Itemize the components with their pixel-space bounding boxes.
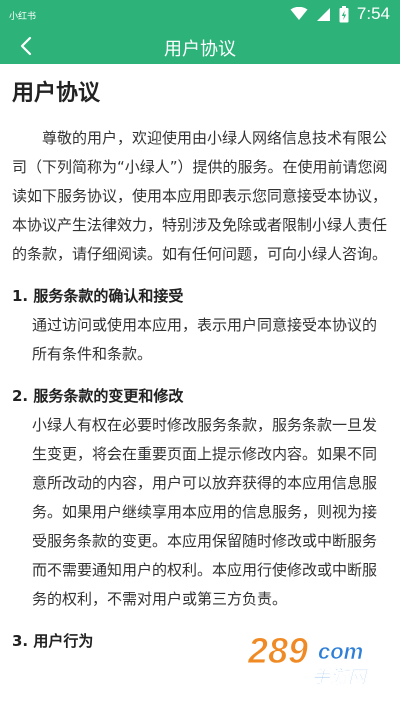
status-carrier: 小红书: [9, 12, 37, 22]
section-title: 1. 服务条款的确认和接受: [12, 287, 184, 305]
section-body: 小绿人有权在必要时修改服务条款，服务条款一旦发生变更，将会在重要页面上提示修改内…: [32, 416, 378, 608]
battery-charging-icon: [339, 5, 349, 22]
watermark-text: 手游网: [312, 667, 369, 687]
app-bar: 用户协议: [0, 28, 400, 64]
watermark-number: 289: [247, 630, 308, 671]
section-title: 2. 服务条款的变更和修改: [12, 387, 184, 405]
watermark-suffix: com: [318, 639, 363, 664]
status-bar: 小红书 7:54: [0, 0, 400, 28]
intro-paragraph: 尊敬的用户，欢迎使用由小绿人网络信息技术有限公司（下列简称为“小绿人”）提供的服…: [12, 129, 388, 263]
site-watermark-logo: 289 com 手游网: [247, 630, 370, 688]
section-2: 2. 服务条款的变更和修改 小绿人有权在必要时修改服务条款，服务条款一旦发生变更…: [12, 383, 388, 614]
section-1: 1. 服务条款的确认和接受 通过访问或使用本应用，表示用户同意接受本协议的所有条…: [12, 283, 388, 369]
agreement-content[interactable]: 用户协议 尊敬的用户，欢迎使用由小绿人网络信息技术有限公司（下列简称为“小绿人”…: [0, 64, 400, 711]
cell-signal-icon: [316, 7, 330, 21]
status-time: 7:54: [356, 4, 390, 23]
status-icons: 7:54: [290, 3, 390, 25]
wifi-icon: [290, 7, 308, 20]
document-title: 用户协议: [12, 81, 101, 106]
section-body: 通过访问或使用本应用，表示用户同意接受本协议的所有条件和条款。: [32, 316, 378, 363]
page-title: 用户协议: [164, 39, 236, 60]
